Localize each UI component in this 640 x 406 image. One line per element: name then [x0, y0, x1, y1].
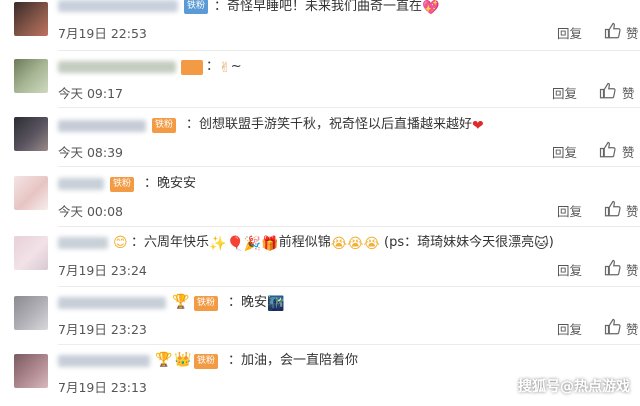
divider — [58, 344, 640, 345]
trophy-icon: 🏆 — [172, 294, 190, 310]
avatar[interactable] — [14, 296, 48, 330]
timestamp: 7月19日 22:53 — [58, 26, 147, 41]
comment-item: 😊 ：六周年快乐✨🎈🎉🎁前程似锦😭😭😭 (ps：琦琦妹妹今天很漂亮🐱) 7月19… — [0, 231, 640, 287]
like-button[interactable] — [604, 22, 622, 40]
divider — [58, 226, 640, 227]
comment-text: ：晚安🌃 — [228, 295, 285, 312]
avatar[interactable] — [14, 354, 48, 388]
divider — [58, 50, 640, 51]
timestamp: 7月19日 23:13 — [58, 380, 147, 395]
reply-button[interactable]: 回复 — [557, 201, 582, 220]
smile-face-icon: 😊 — [113, 235, 128, 251]
thumbs-up-icon — [604, 259, 621, 276]
divider — [58, 107, 640, 108]
like-button[interactable] — [604, 200, 622, 218]
level-badge — [181, 60, 203, 75]
avatar[interactable] — [14, 59, 48, 93]
like-button[interactable] — [599, 141, 617, 159]
username-blurred[interactable] — [58, 0, 178, 12]
timestamp: 今天 08:39 — [58, 145, 123, 160]
comment-item: 🏆 铁粉 ：晚安🌃 7月19日 23:23 回复 赞 — [0, 291, 640, 341]
thumbs-up-icon — [599, 82, 616, 99]
timestamp: 7月19日 23:23 — [58, 322, 147, 337]
comment-item: 铁粉 ：奇怪早睡吧！未来我们曲奇一直在💖 7月19日 22:53 回复 赞 — [0, 0, 640, 52]
like-label: 赞 — [622, 145, 635, 160]
fan-badge: 铁粉 — [152, 118, 177, 133]
comment-text: ：创想联盟手游笑千秋，祝奇怪以后直播越来越好❤ — [186, 117, 484, 134]
fan-badge: 铁粉 — [110, 177, 135, 192]
like-label: 赞 — [626, 322, 639, 337]
avatar[interactable] — [14, 2, 48, 36]
like-label: 赞 — [622, 86, 635, 101]
sparkler-icon: ✨ — [209, 236, 227, 252]
username-blurred[interactable] — [58, 178, 104, 190]
like-button[interactable] — [604, 318, 622, 336]
crown-icon: 👑 — [174, 352, 192, 368]
reply-button[interactable]: 回复 — [552, 83, 577, 102]
thumbs-up-icon — [604, 22, 621, 39]
comment-item: 铁粉 ：创想联盟手游笑千秋，祝奇怪以后直播越来越好❤ 今天 08:39 回复 赞 — [0, 112, 640, 162]
username-blurred[interactable] — [58, 297, 166, 309]
victory-hand-icon: ✌ — [219, 60, 231, 76]
night-icon: 🌃 — [267, 296, 285, 312]
teary-face-icon: 😭 — [330, 236, 348, 252]
balloon-icon: 🎈 — [226, 236, 244, 252]
reply-button[interactable]: 回复 — [552, 142, 577, 161]
like-label: 赞 — [626, 204, 639, 219]
username-blurred[interactable] — [58, 237, 108, 249]
cat-face-icon: 🐱 — [534, 236, 549, 252]
gift-icon: 🎁 — [261, 236, 279, 252]
like-button[interactable] — [599, 82, 617, 100]
avatar[interactable] — [14, 117, 48, 151]
trophy-icon: 🏆 — [155, 352, 173, 368]
comment-text: ：奇怪早睡吧！未来我们曲奇一直在💖 — [214, 0, 440, 16]
avatar[interactable] — [14, 236, 48, 270]
comment-text: ：六周年快乐✨🎈🎉🎁前程似锦😭😭😭 (ps：琦琦妹妹今天很漂亮🐱) — [131, 235, 554, 252]
fan-badge: 铁粉 — [194, 354, 219, 369]
sparkle-heart-icon: 💖 — [422, 0, 440, 16]
comment-item: 铁粉 ：晚安安 今天 00:08 回复 赞 — [0, 171, 640, 221]
reply-button[interactable]: 回复 — [557, 260, 582, 279]
timestamp: 今天 00:08 — [58, 204, 123, 219]
comment-text: ：✌~ — [206, 59, 242, 76]
timestamp: 今天 09:17 — [58, 86, 123, 101]
fan-badge: 铁粉 — [194, 296, 219, 311]
reply-button[interactable]: 回复 — [557, 319, 582, 338]
reply-button[interactable]: 回复 — [557, 23, 582, 42]
comment-text: ：晚安安 — [144, 176, 197, 191]
thumbs-up-icon — [604, 200, 621, 217]
timestamp: 7月19日 23:24 — [58, 263, 147, 278]
watermark: 搜狐号@热点游戏 — [518, 379, 630, 395]
username-blurred[interactable] — [58, 120, 146, 132]
username-blurred[interactable] — [58, 355, 150, 367]
like-label: 赞 — [626, 263, 639, 278]
comment-text: ：加油，会一直陪着你 — [228, 353, 359, 368]
avatar[interactable] — [14, 176, 48, 210]
like-label: 赞 — [626, 26, 639, 41]
fan-badge: 铁粉 — [184, 0, 209, 14]
thumbs-up-icon — [604, 318, 621, 335]
teary-face-icon: 😭 — [347, 236, 364, 252]
like-button[interactable] — [604, 259, 622, 277]
divider — [58, 166, 640, 167]
red-heart-icon: ❤ — [472, 118, 484, 134]
teary-face-icon: 😭 — [363, 236, 380, 252]
thumbs-up-icon — [599, 141, 616, 158]
username-blurred[interactable] — [58, 61, 176, 73]
divider — [58, 286, 640, 287]
party-hat-icon: 🎉 — [243, 236, 262, 252]
comment-item: ：✌~ 今天 09:17 回复 赞 — [0, 55, 640, 103]
